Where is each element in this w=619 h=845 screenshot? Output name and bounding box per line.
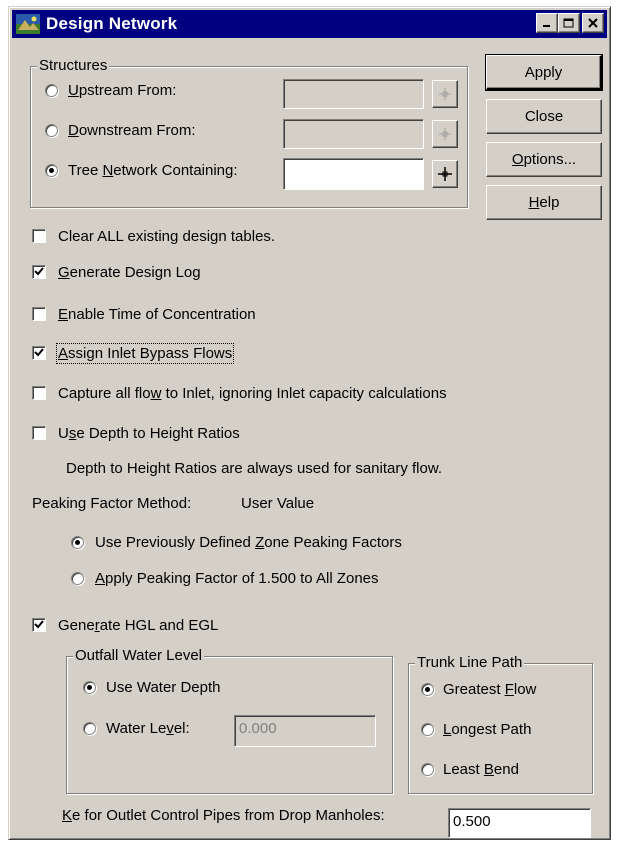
close-icon <box>587 18 598 28</box>
depth-ratios-label[interactable]: Use Depth to Height Ratios <box>58 425 240 442</box>
check-icon <box>34 348 44 357</box>
design-log-checkbox[interactable] <box>32 265 46 279</box>
clear-tables-checkbox[interactable] <box>32 229 46 243</box>
outfall-group-label: Outfall Water Level <box>73 647 204 664</box>
longest-path-label[interactable]: Longest Path <box>443 721 531 738</box>
window-title: Design Network <box>46 14 178 33</box>
downstream-label[interactable]: Downstream From: <box>68 122 196 139</box>
least-bend-label[interactable]: Least Bend <box>443 761 519 778</box>
app-icon <box>16 14 40 34</box>
capture-flow-label[interactable]: Capture all flow to Inlet, ignoring Inle… <box>58 385 447 402</box>
greatest-flow-radio[interactable] <box>421 683 434 696</box>
help-button[interactable]: Help <box>486 185 602 220</box>
depth-ratios-checkbox[interactable] <box>32 426 46 440</box>
zone-peaking-label[interactable]: Use Previously Defined Zone Peaking Fact… <box>95 534 402 551</box>
greatest-flow-label[interactable]: Greatest Flow <box>443 681 536 698</box>
ke-label: Ke for Outlet Control Pipes from Drop Ma… <box>62 807 385 824</box>
title-bar[interactable]: Design Network <box>12 10 607 38</box>
depth-ratios-note: Depth to Height Ratios are always used f… <box>66 460 443 477</box>
apply-peaking-radio[interactable] <box>71 572 84 585</box>
bypass-flows-label[interactable]: Assign Inlet Bypass Flows <box>55 343 235 364</box>
structures-group-label: Structures <box>37 57 110 74</box>
check-icon <box>34 620 44 629</box>
capture-flow-checkbox[interactable] <box>32 386 46 400</box>
crosshair-icon <box>439 88 451 100</box>
crosshair-icon <box>438 167 452 181</box>
bypass-flows-checkbox[interactable] <box>32 346 46 360</box>
apply-peaking-label[interactable]: Apply Peaking Factor of 1.500 to All Zon… <box>95 570 379 587</box>
options-button[interactable]: Options... <box>486 142 602 177</box>
minimize-button[interactable] <box>536 13 558 33</box>
tree-network-radio[interactable] <box>45 164 58 177</box>
trunk-line-group-label: Trunk Line Path <box>415 654 525 671</box>
design-network-dialog: Design Network Structures Upstream From:… <box>8 6 611 840</box>
zone-peaking-radio[interactable] <box>71 536 84 549</box>
water-level-field: 0.000 <box>234 715 376 747</box>
upstream-radio[interactable] <box>45 84 58 97</box>
time-of-concentration-checkbox[interactable] <box>32 307 46 321</box>
apply-button[interactable]: Apply <box>485 54 603 91</box>
downstream-field <box>283 119 424 149</box>
upstream-field <box>283 79 424 109</box>
peaking-method-value: User Value <box>241 495 315 512</box>
ke-field[interactable]: 0.500 <box>448 808 591 838</box>
peaking-method-label: Peaking Factor Method: <box>32 495 192 512</box>
downstream-pick-button <box>432 120 458 148</box>
upstream-pick-button <box>432 80 458 108</box>
design-log-label[interactable]: Generate Design Log <box>58 264 201 281</box>
water-level-radio[interactable] <box>83 722 96 735</box>
maximize-icon <box>563 18 574 27</box>
crosshair-icon <box>439 128 451 140</box>
tree-network-field[interactable] <box>283 158 424 190</box>
water-level-label[interactable]: Water Level: <box>106 720 190 737</box>
tree-network-label[interactable]: Tree Network Containing: <box>68 162 238 179</box>
minimize-icon <box>543 25 550 27</box>
tree-network-pick-button[interactable] <box>432 160 458 188</box>
time-of-concentration-label[interactable]: Enable Time of Concentration <box>58 306 256 323</box>
close-button[interactable]: Close <box>486 99 602 134</box>
close-window-button[interactable] <box>582 13 604 33</box>
hgl-checkbox[interactable] <box>32 618 46 632</box>
least-bend-radio[interactable] <box>421 763 434 776</box>
maximize-button[interactable] <box>558 13 580 33</box>
use-water-depth-radio[interactable] <box>83 681 96 694</box>
use-water-depth-label[interactable]: Use Water Depth <box>106 679 221 696</box>
upstream-label[interactable]: Upstream From: <box>68 82 176 99</box>
clear-tables-label[interactable]: Clear ALL existing design tables. <box>58 228 275 245</box>
check-icon <box>34 267 44 276</box>
longest-path-radio[interactable] <box>421 723 434 736</box>
hgl-label[interactable]: Generate HGL and EGL <box>58 617 218 634</box>
downstream-radio[interactable] <box>45 124 58 137</box>
